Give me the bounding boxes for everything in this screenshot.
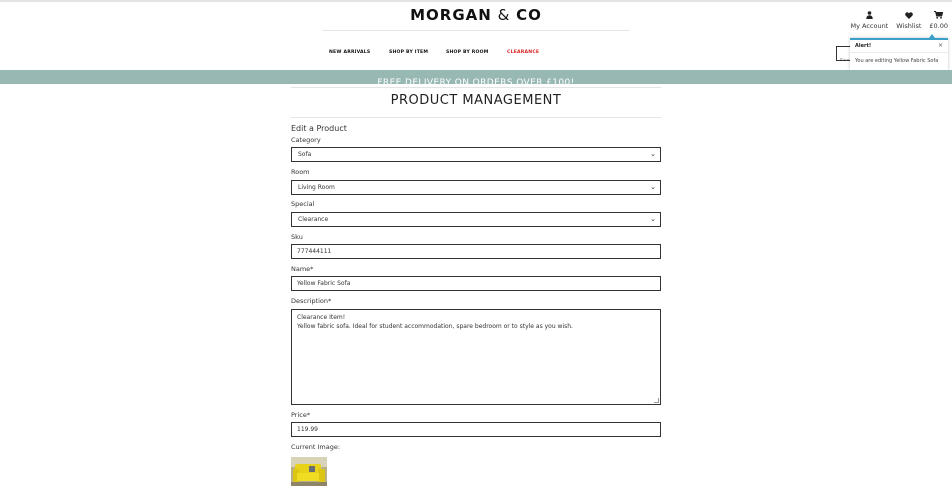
wishlist-link[interactable]: Wishlist	[892, 10, 925, 30]
special-select[interactable]: Clearance ⌄	[291, 212, 661, 227]
alert-popover: Alert! × You are editing Yellow Fabric S…	[850, 34, 948, 70]
name-input[interactable]: Yellow Fabric Sofa	[291, 276, 661, 291]
description-label: Description*	[291, 297, 332, 305]
current-image-label: Current Image:	[291, 443, 341, 451]
description-line-1: Clearance Item!	[297, 314, 346, 321]
resize-handle-icon[interactable]	[654, 398, 659, 403]
title-divider-bottom	[291, 117, 661, 118]
top-border	[0, 0, 952, 2]
room-selected-value: Living Room	[298, 184, 335, 191]
alert-pointer	[929, 34, 935, 38]
heart-icon	[904, 10, 913, 20]
my-account-label: My Account	[850, 22, 889, 30]
category-label: Category	[291, 136, 321, 144]
promo-banner: FREE DELIVERY ON ORDERS OVER £100!	[0, 70, 952, 88]
close-icon[interactable]: ×	[938, 42, 943, 49]
chevron-down-icon: ⌄	[650, 150, 656, 158]
price-input[interactable]: 119.99	[291, 422, 661, 437]
alert-divider	[850, 52, 948, 53]
nav-shop-by-room[interactable]: SHOP BY ROOM	[446, 50, 489, 55]
alert-title: Alert!	[855, 43, 872, 49]
logo-divider	[322, 30, 630, 31]
cart-link[interactable]: £0.00	[925, 10, 952, 30]
category-selected-value: Sofa	[298, 151, 312, 158]
chevron-down-icon: ⌄	[650, 215, 656, 223]
main-nav: NEW ARRIVALS SHOP BY ITEM SHOP BY ROOM C…	[0, 50, 952, 58]
price-label: Price*	[291, 411, 311, 419]
special-selected-value: Clearance	[298, 216, 329, 223]
account-menu: My Account Wishlist £0.00	[846, 10, 952, 30]
cart-icon	[934, 10, 944, 20]
description-textarea[interactable]: Clearance Item! Yellow fabric sofa. Idea…	[291, 309, 661, 405]
nav-shop-by-item[interactable]: SHOP BY ITEM	[389, 50, 428, 55]
cart-total: £0.00	[929, 22, 948, 30]
category-select[interactable]: Sofa ⌄	[291, 147, 661, 162]
site-logo[interactable]: MORGAN & CO	[0, 6, 952, 24]
special-label: Special	[291, 200, 315, 208]
title-divider-top	[291, 87, 661, 88]
alert-message: You are editing Yellow Fabric Sofa	[855, 58, 939, 64]
sku-input[interactable]: 777444111	[291, 244, 661, 259]
yellow-sofa-image	[291, 457, 327, 486]
chevron-down-icon: ⌄	[650, 183, 656, 191]
wishlist-label: Wishlist	[896, 22, 922, 30]
product-thumbnail	[291, 457, 327, 486]
name-label: Name*	[291, 265, 314, 273]
user-icon	[866, 10, 873, 20]
logo-text-morgan: MORGAN	[410, 6, 492, 24]
room-select[interactable]: Living Room ⌄	[291, 180, 661, 195]
logo-text-co: CO	[516, 6, 542, 24]
description-line-2: Yellow fabric sofa. Ideal for student ac…	[297, 323, 573, 330]
my-account-link[interactable]: My Account	[846, 10, 892, 30]
sku-label: Sku	[291, 233, 303, 241]
logo-ampersand: &	[497, 6, 511, 24]
room-label: Room	[291, 168, 310, 176]
page-title: PRODUCT MANAGEMENT	[390, 93, 562, 108]
nav-new-arrivals[interactable]: NEW ARRIVALS	[329, 50, 370, 55]
form-heading: Edit a Product	[291, 124, 347, 133]
nav-clearance[interactable]: CLEARANCE	[507, 50, 539, 55]
